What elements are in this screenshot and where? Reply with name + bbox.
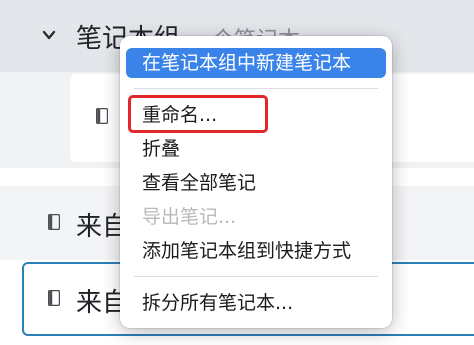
annotation-highlight-box <box>128 95 268 133</box>
menu-item-collapse[interactable]: 折叠 <box>120 134 392 164</box>
menu-item-new-notebook-in-group[interactable]: 在笔记本组中新建笔记本 <box>126 48 386 78</box>
menu-item-add-to-shortcuts[interactable]: 添加笔记本组到快捷方式 <box>120 236 392 266</box>
notebook-icon <box>48 214 60 230</box>
menu-separator <box>134 88 378 89</box>
menu-separator <box>134 276 378 277</box>
menu-item-split-all-notebooks[interactable]: 拆分所有笔记本... <box>120 288 392 318</box>
notebook-icon <box>48 290 60 306</box>
menu-item-export-notes: 导出笔记... <box>142 206 237 228</box>
chevron-down-icon[interactable] <box>42 28 56 42</box>
menu-item-view-all-notes[interactable]: 查看全部笔记 <box>120 168 392 198</box>
notebook-icon <box>96 108 108 124</box>
context-menu: 在笔记本组中新建笔记本 重命名... 折叠 查看全部笔记 导出笔记... 添加笔… <box>120 36 392 328</box>
